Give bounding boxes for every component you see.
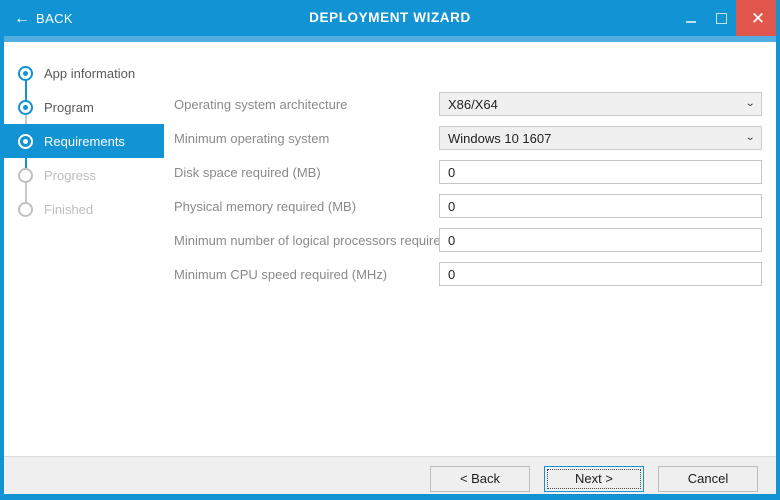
- chevron-down-icon: ⌄: [744, 98, 756, 109]
- close-button[interactable]: ✕: [736, 0, 776, 36]
- form-row-min-os: Minimum operating system Windows 10 1607…: [174, 126, 762, 150]
- arrow-left-icon: ←: [14, 9, 30, 27]
- step-marker-icon: [18, 133, 33, 149]
- cpu-speed-input[interactable]: 0: [439, 262, 762, 286]
- minimum-os-select[interactable]: Windows 10 1607 ⌄: [439, 126, 762, 150]
- chevron-down-icon: ⌄: [744, 132, 756, 143]
- field-label: Operating system architecture: [174, 96, 348, 112]
- form-row-logical-processors: Minimum number of logical processors req…: [174, 228, 762, 252]
- minimize-button[interactable]: [676, 0, 706, 36]
- minimize-icon: [686, 21, 696, 23]
- field-label: Disk space required (MB): [174, 164, 321, 180]
- wizard-content: App information Program Requirements Pro…: [4, 42, 776, 456]
- back-button-label: BACK: [36, 10, 74, 26]
- window-title: DEPLOYMENT WIZARD: [309, 10, 471, 25]
- physical-memory-input[interactable]: 0: [439, 194, 762, 218]
- field-label: Minimum operating system: [174, 130, 330, 146]
- maximize-icon: [715, 12, 727, 24]
- field-label: Physical memory required (MB): [174, 198, 357, 214]
- sidebar-item-app-information[interactable]: App information: [4, 56, 164, 107]
- field-label: Minimum number of logical processors req…: [174, 232, 448, 248]
- step-marker-icon: [18, 99, 33, 115]
- step-marker-icon: [18, 65, 33, 81]
- sidebar-item-label: App information: [44, 65, 136, 81]
- sidebar-item-program[interactable]: Program: [4, 90, 164, 141]
- cancel-button[interactable]: Cancel: [658, 465, 758, 492]
- form-row-physical-memory: Physical memory required (MB) 0: [174, 194, 762, 218]
- sidebar-item-label: Progress: [44, 167, 97, 183]
- logical-processors-input[interactable]: 0: [439, 228, 762, 252]
- deployment-wizard-window: ← BACK DEPLOYMENT WIZARD ✕ App informati…: [0, 0, 780, 500]
- wizard-steps: App information Program Requirements Pro…: [4, 56, 164, 226]
- back-nav-button[interactable]: < Back: [430, 465, 530, 492]
- disk-space-input[interactable]: 0: [439, 160, 762, 184]
- sidebar-item-finished[interactable]: Finished: [4, 192, 164, 226]
- title-bar: ← BACK DEPLOYMENT WIZARD ✕: [4, 0, 776, 36]
- step-marker-icon: [18, 167, 33, 183]
- wizard-footer: < Back Next > Cancel: [4, 456, 776, 494]
- field-label: Minimum CPU speed required (MHz): [174, 266, 388, 282]
- next-button[interactable]: Next >: [544, 465, 644, 492]
- form-row-disk-space: Disk space required (MB) 0: [174, 160, 762, 184]
- sidebar-item-label: Program: [44, 99, 94, 115]
- form-row-os-architecture: Operating system architecture X86/X64 ⌄: [174, 92, 762, 116]
- window-controls: ✕: [676, 0, 776, 36]
- form-row-cpu-speed: Minimum CPU speed required (MHz) 0: [174, 262, 762, 286]
- minimum-os-value: Windows 10 1607: [448, 130, 552, 146]
- maximize-button[interactable]: [706, 0, 736, 36]
- os-architecture-value: X86/X64: [448, 96, 498, 112]
- back-button[interactable]: ← BACK: [4, 0, 83, 36]
- sidebar-item-label: Finished: [44, 201, 94, 217]
- sidebar-item-requirements[interactable]: Requirements: [4, 124, 164, 175]
- os-architecture-select[interactable]: X86/X64 ⌄: [439, 92, 762, 116]
- step-marker-icon: [18, 201, 33, 217]
- requirements-form: Operating system architecture X86/X64 ⌄ …: [174, 92, 762, 296]
- sidebar-item-label: Requirements: [44, 133, 125, 149]
- sidebar-item-progress[interactable]: Progress: [4, 158, 164, 209]
